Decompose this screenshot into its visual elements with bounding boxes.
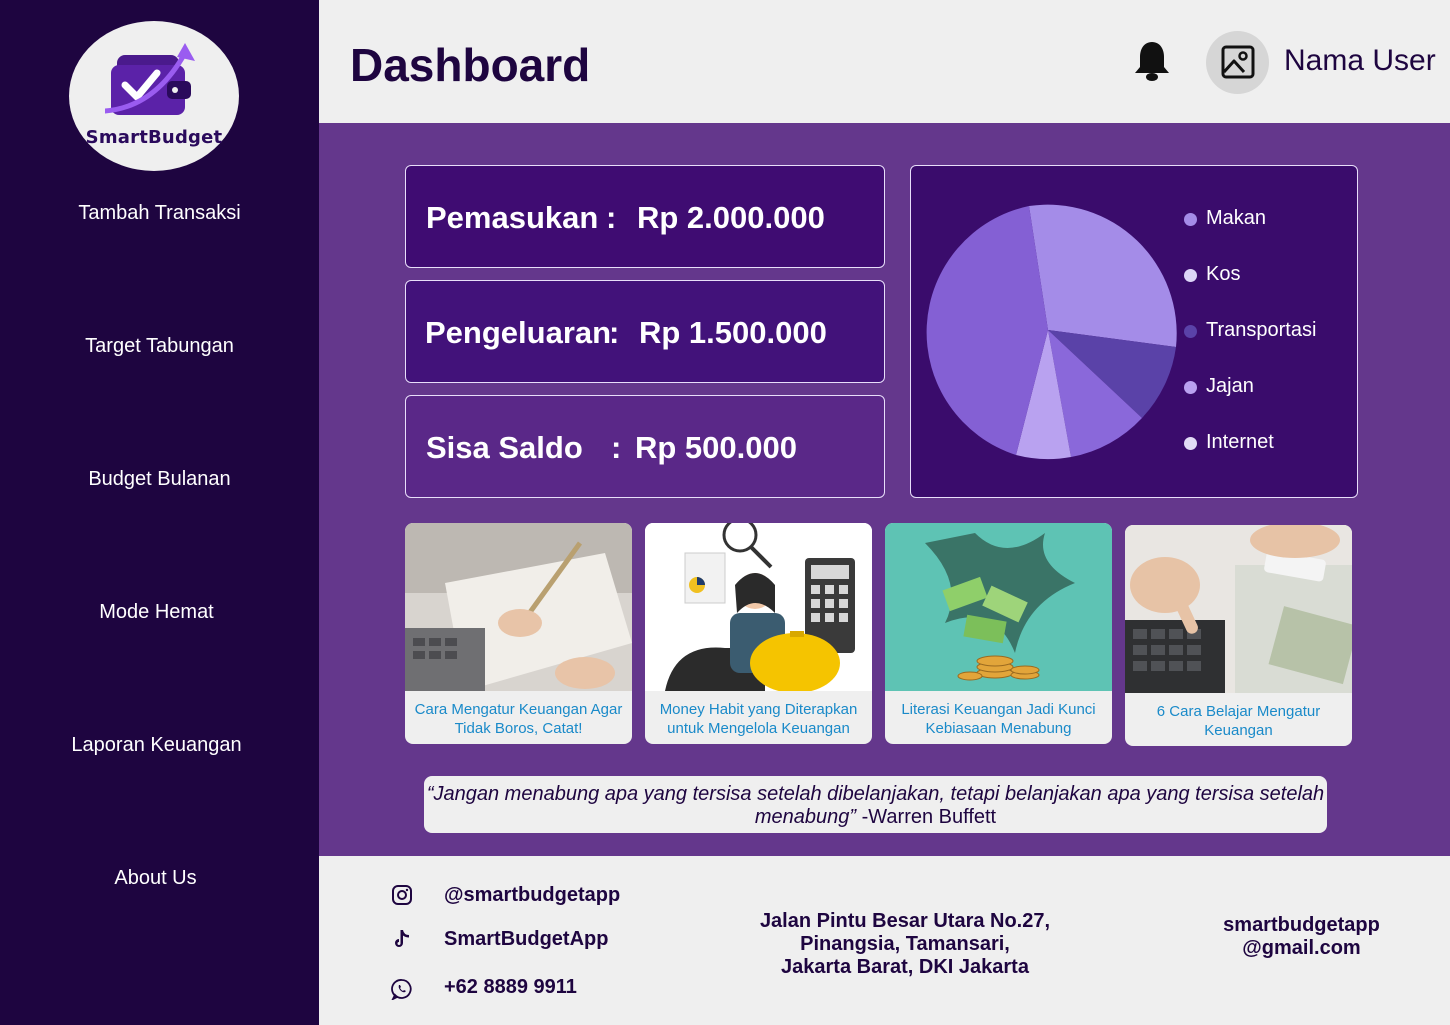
page-title: Dashboard: [350, 39, 591, 91]
legend-item-kos: Kos: [1184, 263, 1241, 286]
balance-separator: :: [611, 430, 622, 465]
legend-dot: [1184, 437, 1197, 450]
tiktok-icon[interactable]: [391, 928, 413, 950]
footer: @smartbudgetapp SmartBudgetApp +62 8889 …: [319, 856, 1450, 1025]
article-title[interactable]: Literasi Keuangan Jadi Kunci Kebiasaan M…: [889, 700, 1108, 738]
legend-item-internet: Internet: [1184, 431, 1274, 454]
article-image-money-hands: [885, 523, 1112, 691]
bell-icon[interactable]: [1133, 40, 1171, 82]
expense-value: Rp 1.500.000: [639, 315, 827, 350]
email-line: smartbudgetapp: [1223, 914, 1380, 936]
article-title[interactable]: Cara Mengatur Keuangan Agar Tidak Boros,…: [409, 700, 628, 738]
whatsapp-number[interactable]: +62 8889 9911: [444, 976, 577, 999]
whatsapp-icon[interactable]: [391, 978, 413, 1000]
avatar[interactable]: [1206, 31, 1269, 94]
article-title[interactable]: Money Habit yang Diterapkan untuk Mengel…: [649, 700, 868, 738]
legend-label: Transportasi: [1206, 319, 1317, 341]
legend-item-transportasi: Transportasi: [1184, 319, 1317, 342]
legend-dot: [1184, 381, 1197, 394]
expense-pie-card: Makan Kos Transportasi Jajan Internet: [910, 165, 1358, 498]
sidebar: SmartBudget Tambah Transaksi Target Tabu…: [0, 0, 319, 1025]
top-header: Dashboard Nama User: [319, 0, 1450, 123]
address-line: Pinangsia, Tamansari,: [800, 933, 1010, 955]
quote-box: “Jangan menabung apa yang tersisa setela…: [424, 776, 1327, 833]
address-line: Jalan Pintu Besar Utara No.27,: [759, 910, 1051, 932]
article-card[interactable]: Money Habit yang Diterapkan untuk Mengel…: [645, 523, 872, 744]
legend-dot: [1184, 213, 1197, 226]
income-label: Pemasukan: [426, 200, 599, 235]
nav-mode-hemat[interactable]: Mode Hemat: [0, 601, 316, 624]
legend-dot: [1184, 269, 1197, 282]
article-title[interactable]: 6 Cara Belajar Mengatur Keuangan: [1129, 702, 1348, 740]
legend-label: Kos: [1206, 263, 1241, 285]
expense-pie-chart: [926, 204, 1177, 460]
expense-card: Pengeluaran : Rp 1.500.000: [405, 280, 885, 383]
dashboard-main: Pemasukan : Rp 2.000.000 Pengeluaran : R…: [319, 123, 1450, 856]
legend-label: Jajan: [1206, 375, 1254, 397]
instagram-handle[interactable]: @smartbudgetapp: [444, 884, 620, 907]
article-card[interactable]: Cara Mengatur Keuangan Agar Tidak Boros,…: [405, 523, 632, 744]
quote-author: -Warren Buffett: [856, 806, 997, 828]
article-card[interactable]: Literasi Keuangan Jadi Kunci Kebiasaan M…: [885, 523, 1112, 744]
expense-label: Pengeluaran: [425, 315, 612, 350]
brand-logo[interactable]: SmartBudget: [69, 21, 239, 171]
article-card[interactable]: 6 Cara Belajar Mengatur Keuangan: [1125, 525, 1352, 746]
balance-label: Sisa Saldo: [426, 430, 583, 465]
nav-laporan-keuangan[interactable]: Laporan Keuangan: [0, 734, 316, 757]
email[interactable]: smartbudgetapp @gmail.com: [1199, 914, 1404, 960]
email-line: @gmail.com: [1242, 937, 1361, 959]
income-value: Rp 2.000.000: [637, 200, 825, 235]
address: Jalan Pintu Besar Utara No.27, Pinangsia…: [739, 910, 1071, 979]
brand-name: SmartBudget: [85, 127, 223, 148]
tiktok-handle[interactable]: SmartBudgetApp: [444, 928, 608, 951]
nav-tambah-transaksi[interactable]: Tambah Transaksi: [0, 202, 319, 225]
article-image-planning: [405, 523, 632, 691]
legend-label: Internet: [1206, 431, 1274, 453]
balance-value: Rp 500.000: [635, 430, 797, 465]
username[interactable]: Nama User: [1284, 44, 1436, 78]
expense-separator: :: [609, 315, 620, 350]
balance-card: Sisa Saldo : Rp 500.000: [405, 395, 885, 498]
nav-about-us[interactable]: About Us: [0, 867, 315, 890]
nav-budget-bulanan[interactable]: Budget Bulanan: [0, 468, 319, 491]
nav-target-tabungan[interactable]: Target Tabungan: [0, 335, 319, 358]
instagram-icon[interactable]: [391, 884, 413, 906]
image-placeholder-icon: [1221, 45, 1255, 79]
legend-item-makan: Makan: [1184, 207, 1267, 230]
legend-label: Makan: [1206, 207, 1267, 229]
legend-item-jajan: Jajan: [1184, 375, 1254, 398]
legend-dot: [1184, 325, 1197, 338]
address-line: Jakarta Barat, DKI Jakarta: [781, 956, 1029, 978]
income-separator: :: [606, 200, 617, 235]
wallet-check-logo-icon: [105, 43, 195, 115]
article-image-calculator: [1125, 525, 1352, 693]
income-card: Pemasukan : Rp 2.000.000: [405, 165, 885, 268]
pie-slice-makan: [1029, 204, 1177, 347]
article-image-piggy-bank: [645, 523, 872, 691]
